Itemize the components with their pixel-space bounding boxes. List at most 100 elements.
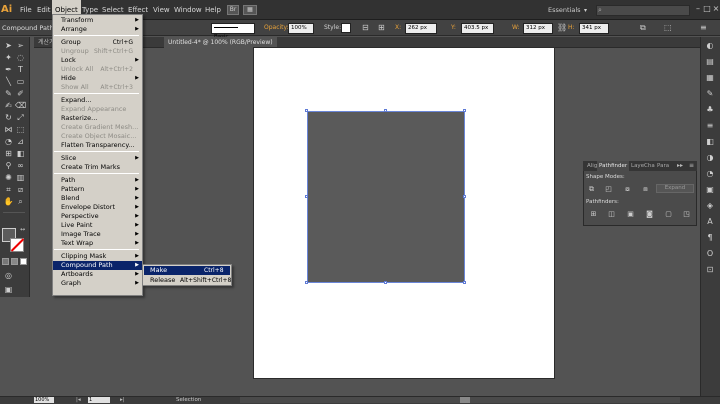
menu-item-show-all[interactable]: Show All Alt+Ctrl+3 xyxy=(53,83,142,92)
magic-wand-tool-icon[interactable]: ✦ xyxy=(3,52,14,63)
menu-item-create-object-mosaic[interactable]: Create Object Mosaic... xyxy=(53,132,142,141)
color-panel-icon[interactable]: ◐ xyxy=(704,40,716,52)
swap-fill-stroke-icon[interactable]: ↔ xyxy=(20,226,25,233)
opacity-label[interactable]: Opacity: xyxy=(264,22,289,34)
type-tool-icon[interactable]: T xyxy=(15,64,26,75)
selection-tool-icon[interactable]: ➤ xyxy=(3,40,14,51)
submenu-item-make[interactable]: Make xyxy=(150,266,167,275)
menu-item-graph[interactable]: Graph ▶ xyxy=(53,279,142,288)
unite-icon[interactable]: ⧉ xyxy=(587,185,596,193)
menu-item-path[interactable]: Path ▶ xyxy=(53,176,142,185)
rectangle-tool-icon[interactable]: ▭ xyxy=(15,76,26,87)
opentype-panel-icon[interactable]: O xyxy=(704,248,716,260)
direct-selection-tool-icon[interactable]: ➢ xyxy=(15,40,26,51)
gradient-tool-icon[interactable]: ◧ xyxy=(15,148,26,159)
transparency-panel-icon[interactable]: ◑ xyxy=(704,152,716,164)
menu-item-flatten-transparency[interactable]: Flatten Transparency... xyxy=(53,141,142,150)
scale-tool-icon[interactable]: ⤢ xyxy=(15,112,26,123)
none-mode-icon[interactable] xyxy=(20,258,27,265)
menu-item-live-paint[interactable]: Live Paint ▶ xyxy=(53,221,142,230)
stroke-style-preview[interactable]: Basic xyxy=(211,23,255,40)
maximize-button[interactable]: □ xyxy=(703,4,711,14)
menu-item-group[interactable]: Group Ctrl+G xyxy=(53,38,142,47)
last-artboard-icon[interactable]: ▸| xyxy=(120,396,125,404)
stroke-panel-icon[interactable]: ≡ xyxy=(704,120,716,132)
align-icon[interactable]: ⊟ xyxy=(362,22,372,34)
menu-item-ungroup[interactable]: Ungroup Shift+Ctrl+G xyxy=(53,47,142,56)
expand-button[interactable]: Expand xyxy=(656,184,694,193)
intersect-icon[interactable]: ⧇ xyxy=(623,185,632,193)
line-tool-icon[interactable]: ╲ xyxy=(3,76,14,87)
first-artboard-icon[interactable]: |◂ xyxy=(76,396,81,404)
gradient-panel-icon[interactable]: ◧ xyxy=(704,136,716,148)
x-label[interactable]: X: xyxy=(395,22,401,34)
menu-item-blend[interactable]: Blend ▶ xyxy=(53,194,142,203)
w-input[interactable]: 312 px xyxy=(523,23,553,34)
color-guide-icon[interactable]: ▤ xyxy=(704,56,716,68)
w-label[interactable]: W: xyxy=(512,22,520,34)
draw-normal-icon[interactable]: ◎ xyxy=(3,270,14,281)
h-input[interactable]: 341 px xyxy=(579,23,609,34)
character-panel-icon[interactable]: A xyxy=(704,216,716,228)
eyedropper-tool-icon[interactable]: ⚲ xyxy=(3,160,14,171)
symbol-sprayer-tool-icon[interactable]: ✺ xyxy=(3,172,14,183)
menu-item-lock[interactable]: Lock ▶ xyxy=(53,56,142,65)
menu-item-slice[interactable]: Slice ▶ xyxy=(53,154,142,163)
brushes-panel-icon[interactable]: ✎ xyxy=(704,88,716,100)
blend-tool-icon[interactable]: ∞ xyxy=(15,160,26,171)
perspective-grid-tool-icon[interactable]: ⊿ xyxy=(15,136,26,147)
search-input[interactable] xyxy=(596,5,690,16)
transform-icon[interactable]: ⊞ xyxy=(378,22,388,34)
artboard-navigation-field[interactable]: 1 xyxy=(88,397,110,403)
panel-menu-icon[interactable]: ≡ xyxy=(689,161,694,171)
workspace-dropdown-icon[interactable]: ▾ xyxy=(584,5,587,16)
tab-paragraph[interactable]: Para xyxy=(655,161,671,171)
menu-item-envelope-distort[interactable]: Envelope Distort ▶ xyxy=(53,203,142,212)
eraser-tool-icon[interactable]: ⌫ xyxy=(15,100,26,111)
bounding-box-handle[interactable] xyxy=(305,281,308,284)
bounding-box-handle[interactable] xyxy=(463,281,466,284)
rotate-tool-icon[interactable]: ↻ xyxy=(3,112,14,123)
minimize-button[interactable]: – xyxy=(694,4,702,14)
menu-help[interactable]: Help xyxy=(202,0,224,20)
paragraph-panel-icon[interactable]: ¶ xyxy=(704,232,716,244)
layers-panel-icon[interactable]: ◈ xyxy=(704,200,716,212)
symbols-panel-icon[interactable]: ♣ xyxy=(704,104,716,116)
menu-file[interactable]: File xyxy=(17,0,35,20)
exclude-icon[interactable]: ⧈ xyxy=(641,185,650,193)
menu-edit[interactable]: Edit xyxy=(34,0,54,20)
gradient-mode-icon[interactable] xyxy=(11,258,18,265)
artboard-tool-icon[interactable]: ⌗ xyxy=(3,184,14,195)
opacity-input[interactable]: 100% xyxy=(288,23,314,34)
arrange-documents-icon[interactable]: ▦ xyxy=(243,5,257,15)
workspace-switcher[interactable]: Essentials xyxy=(548,5,581,16)
graphic-styles-panel-icon[interactable]: ▣ xyxy=(704,184,716,196)
mesh-tool-icon[interactable]: ⊞ xyxy=(3,148,14,159)
y-input[interactable]: 403.5 px xyxy=(461,23,494,34)
minus-back-icon[interactable]: ◳ xyxy=(682,210,691,218)
bounding-box-handle[interactable] xyxy=(305,109,308,112)
free-transform-tool-icon[interactable]: ⬚ xyxy=(15,124,26,135)
swatches-panel-icon[interactable]: ▦ xyxy=(704,72,716,84)
column-graph-tool-icon[interactable]: ▥ xyxy=(15,172,26,183)
isolate-icon[interactable]: ⬚ xyxy=(664,22,672,34)
screen-mode-icon[interactable]: ▣ xyxy=(3,284,14,295)
transform-panel-icon[interactable]: ⧉ xyxy=(640,22,646,34)
merge-icon[interactable]: ▣ xyxy=(626,210,635,218)
menu-item-image-trace[interactable]: Image Trace ▶ xyxy=(53,230,142,239)
submenu-item-release[interactable]: Release xyxy=(150,276,175,285)
menu-item-expand-appearance[interactable]: Expand Appearance xyxy=(53,105,142,114)
bridge-icon[interactable]: Br xyxy=(227,5,239,15)
color-mode-icon[interactable] xyxy=(2,258,9,265)
bounding-box-handle[interactable] xyxy=(463,109,466,112)
divide-icon[interactable]: ⊞ xyxy=(589,210,598,218)
trim-icon[interactable]: ◫ xyxy=(607,210,616,218)
bounding-box-handle[interactable] xyxy=(384,281,387,284)
panel-menu-icon[interactable]: ≡ xyxy=(700,22,707,34)
paintbrush-tool-icon[interactable]: ✎ xyxy=(3,88,14,99)
zoom-field[interactable]: 100% xyxy=(34,397,54,403)
menu-item-clipping-mask[interactable]: Clipping Mask ▶ xyxy=(53,252,142,261)
close-button[interactable]: × xyxy=(712,4,720,14)
shape-builder-tool-icon[interactable]: ◔ xyxy=(3,136,14,147)
hand-tool-icon[interactable]: ✋ xyxy=(3,196,14,207)
